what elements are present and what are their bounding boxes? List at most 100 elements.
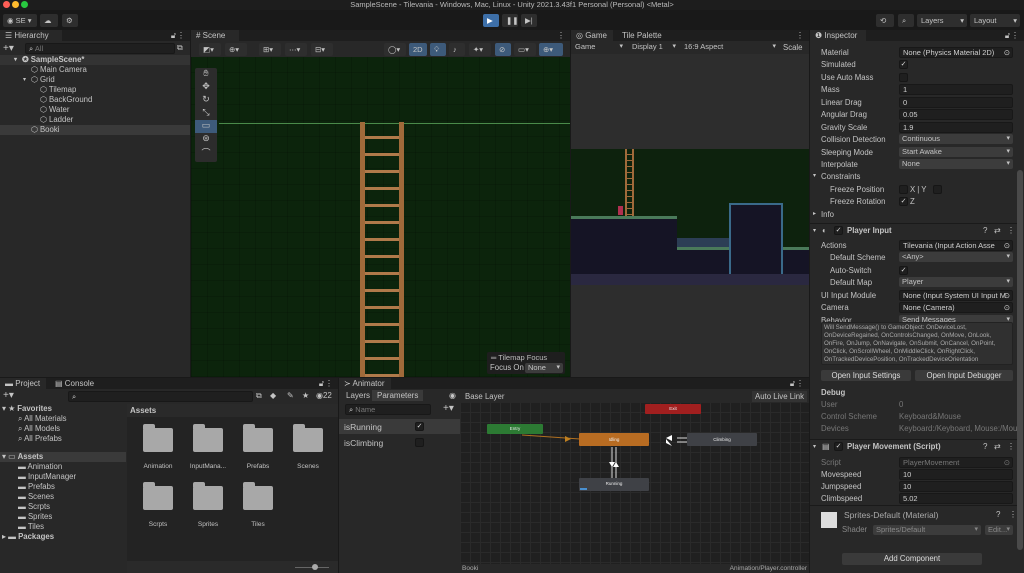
expand-arrow-icon[interactable]: ▸ (813, 210, 816, 217)
hierarchy-item[interactable]: ⬡ Tilemap (0, 85, 190, 95)
more-options-icon[interactable]: ⋮ (177, 31, 185, 40)
open-input-debugger-button[interactable]: Open Input Debugger (915, 370, 1013, 381)
component-enabled-checkbox[interactable]: ✓ (834, 442, 843, 451)
rect-tool-icon[interactable]: ▭ (195, 120, 217, 133)
tab-animator[interactable]: ≻ Animator (339, 378, 391, 389)
project-search-input[interactable]: ⌕ (68, 391, 253, 402)
object-picker-icon[interactable]: ⊙ (1004, 303, 1010, 312)
gizmo-global-dropdown[interactable]: ⊕▾ (225, 43, 247, 56)
parameter-row[interactable]: isRunning ✓ (339, 419, 460, 434)
add-parameter-button[interactable]: +▾ (443, 403, 454, 414)
draw-mode-dropdown[interactable]: ◩▾ (199, 43, 221, 56)
more-options-icon[interactable]: ⋮ (796, 31, 804, 40)
more-options-icon[interactable]: ⋮ (325, 379, 333, 388)
focus-on-dropdown[interactable]: None (525, 363, 563, 373)
help-icon[interactable]: ? (983, 442, 987, 451)
folder-icon[interactable] (293, 424, 323, 452)
component-header[interactable]: ▾ ▤ ✓ Player Movement (Script)? ⇄ ⋮ (810, 439, 1017, 453)
object-field[interactable]: None (Physics Material 2D) ⊙ (899, 47, 1013, 58)
value-checkbox[interactable] (899, 73, 908, 82)
inspector-scrollbar[interactable] (1017, 42, 1023, 570)
tab-game[interactable]: ◎ Game (571, 30, 613, 41)
layout-dropdown[interactable]: Layout ▾ (970, 14, 1020, 27)
state-exit[interactable]: Exit (645, 404, 701, 414)
object-picker-icon[interactable]: ⊙ (1004, 291, 1010, 300)
presets-icon[interactable]: ⇄ (994, 442, 1001, 451)
component-enabled-checkbox[interactable]: ✓ (834, 226, 843, 235)
maximize-window-button[interactable] (21, 1, 28, 8)
hidden-packages-toggle[interactable]: ◉22 (316, 391, 332, 400)
hierarchy-item[interactable]: ▾ ⬡ Grid (0, 75, 190, 85)
search-type-icon[interactable]: ⧉ (177, 43, 183, 53)
assets-breadcrumb[interactable]: Assets (127, 404, 338, 417)
shading-dropdown[interactable]: ◯▾ (384, 43, 406, 56)
parameter-search-input[interactable]: ⌕ Name (345, 404, 431, 415)
help-icon[interactable]: ? (983, 226, 987, 235)
value-field[interactable]: 10 (899, 469, 1013, 480)
folder-icon[interactable] (243, 424, 273, 452)
presets-icon[interactable]: ⇄ (994, 226, 1001, 235)
value-field[interactable]: 10 (899, 481, 1013, 492)
visibility-toggle[interactable]: ⊘ (495, 43, 511, 56)
lighting-toggle[interactable]: 💡︎ (430, 43, 446, 56)
object-field[interactable]: None (Camera) ⊙ (899, 302, 1013, 313)
open-input-settings-button[interactable]: Open Input Settings (821, 370, 911, 381)
search-button[interactable]: ⌕ (898, 14, 914, 27)
display-dropdown[interactable]: Display 1 (629, 42, 679, 52)
object-field[interactable]: PlayerMovement ⊙ (899, 457, 1013, 468)
create-asset-button[interactable]: +▾ (3, 390, 14, 401)
effects-dropdown[interactable]: ✦▾ (469, 43, 491, 56)
asset-folder-label[interactable]: Animation (133, 463, 183, 470)
tag-icon[interactable]: ✎ (287, 391, 294, 400)
hierarchy-item[interactable]: ⬡ BackGround (0, 95, 190, 105)
hand-tool-icon[interactable]: ✋︎ (195, 68, 217, 81)
asset-folder-label[interactable]: Sprites (183, 521, 233, 528)
aspect-dropdown[interactable]: 16:9 Aspect (681, 42, 779, 52)
asset-folder-label[interactable]: Scenes (283, 463, 333, 470)
icon-size-slider-handle[interactable] (312, 564, 318, 570)
tab-hierarchy[interactable]: ☰ Hierarchy (0, 30, 62, 41)
state-entry[interactable]: Entry (487, 424, 543, 434)
play-button[interactable]: ▶ (483, 14, 499, 27)
minimize-window-button[interactable] (12, 1, 19, 8)
grid-snap-dropdown[interactable]: ⊞▾ (259, 43, 281, 56)
pause-button[interactable]: ❚❚ (502, 14, 519, 27)
more-options-icon[interactable]: ⋮ (1007, 442, 1015, 451)
game-view-dropdown[interactable]: Game (572, 42, 626, 52)
assets-folder-item[interactable]: ▾ ▭ Assets (0, 452, 126, 462)
freeze-z-checkbox[interactable]: ✓ (899, 197, 908, 206)
more-options-icon[interactable]: ⋮ (1007, 226, 1015, 235)
lock-icon[interactable]: 🔓︎ (171, 31, 176, 41)
asset-folder-item[interactable]: ▬ Prefabs (18, 482, 55, 492)
folder-icon[interactable] (193, 482, 223, 510)
tab-console[interactable]: ▤ Console (50, 378, 99, 389)
value-field[interactable]: 1.9 (899, 122, 1013, 133)
state-idling[interactable]: Idling (579, 433, 649, 446)
object-picker-icon[interactable]: ⊙ (1004, 48, 1010, 57)
scale-tool-icon[interactable]: ⤡ (195, 107, 217, 120)
asset-folder-item[interactable]: ▬ Scrpts (18, 502, 50, 512)
parameter-row[interactable]: isClimbing (339, 435, 460, 450)
tab-project[interactable]: ▬ Project (0, 378, 46, 389)
expand-arrow-icon[interactable]: ▾ (23, 75, 26, 85)
freeze-y-checkbox[interactable] (933, 185, 942, 194)
folder-icon[interactable] (193, 424, 223, 452)
expand-arrow-icon[interactable]: ▾ (813, 443, 816, 450)
shader-dropdown[interactable]: Sprites/Default (873, 525, 981, 535)
custom-tool-icon[interactable]: ⌒ (195, 146, 217, 159)
value-dropdown[interactable]: Player (899, 277, 1013, 287)
asset-folder-label[interactable]: Prefabs (233, 463, 283, 470)
parameter-checkbox[interactable] (415, 438, 424, 447)
object-picker-icon[interactable]: ⊙ (1004, 241, 1010, 250)
add-component-button[interactable]: Add Component (842, 553, 982, 565)
transform-tool-icon[interactable]: ⊛ (195, 133, 217, 146)
services-button[interactable]: ⚙ (62, 14, 78, 27)
parameter-checkbox[interactable]: ✓ (415, 422, 424, 431)
expand-arrow-icon[interactable]: ▾ (14, 55, 17, 65)
value-field[interactable]: 1 (899, 84, 1013, 95)
value-checkbox[interactable]: ✓ (899, 60, 908, 69)
toggle-2d-button[interactable]: 2D (409, 43, 427, 56)
favorite-item[interactable]: ⌕ All Models (18, 424, 60, 434)
gizmos-dropdown[interactable]: ⊕▾ (539, 43, 563, 56)
value-field[interactable]: 5.02 (899, 493, 1013, 504)
